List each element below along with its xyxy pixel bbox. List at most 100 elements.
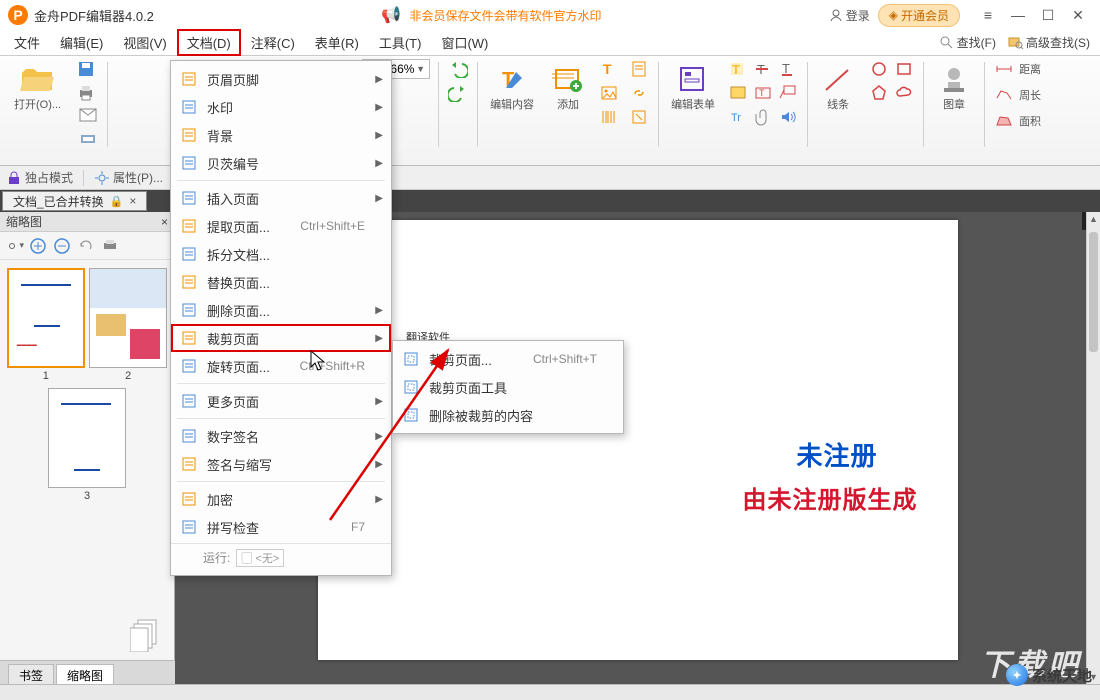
menu-item-7[interactable]: 拆分文档...: [171, 240, 391, 268]
sidebar-toolbar: ▾: [0, 232, 174, 260]
thumbnail-2[interactable]: 2: [89, 268, 167, 382]
menu-item-10[interactable]: 裁剪页面▶: [171, 324, 391, 352]
thumbnail-3[interactable]: 3: [48, 388, 126, 502]
menu-item-5[interactable]: 插入页面▶: [171, 184, 391, 212]
print-button[interactable]: [75, 82, 97, 104]
print-thumb-button[interactable]: [100, 236, 120, 256]
vip-button[interactable]: ◈ 开通会员: [878, 4, 960, 27]
area-button[interactable]: [993, 110, 1015, 132]
distance-button[interactable]: [993, 58, 1015, 80]
edit-form-button[interactable]: 编辑表单: [667, 58, 719, 115]
menu-document[interactable]: 文档(D): [177, 29, 241, 56]
sidebar-close-button[interactable]: ×: [161, 215, 168, 229]
menu-item-6[interactable]: 提取页面...Ctrl+Shift+E: [171, 212, 391, 240]
multi-page-button[interactable]: [130, 618, 160, 652]
menu-item-15[interactable]: 数字签名▶: [171, 422, 391, 450]
redo-button[interactable]: [447, 82, 469, 104]
strikeout-button[interactable]: T: [752, 58, 774, 80]
submenu-item-1[interactable]: 裁剪页面工具: [393, 373, 623, 401]
properties-button[interactable]: 属性(P)...: [94, 169, 163, 186]
tab-bookmarks[interactable]: 书签: [8, 664, 54, 684]
menu-item-3[interactable]: 贝茨编号▶: [171, 149, 391, 177]
login-button[interactable]: 登录: [829, 7, 870, 24]
find-button[interactable]: 查找(F): [933, 32, 1002, 53]
highlight-button[interactable]: T: [727, 58, 749, 80]
tab-close-button[interactable]: ×: [129, 194, 136, 208]
perimeter-button[interactable]: [993, 84, 1015, 106]
underline-button[interactable]: T: [777, 58, 799, 80]
menu-item-16[interactable]: 签名与缩写▶: [171, 450, 391, 478]
menu-annotate[interactable]: 注释(C): [241, 29, 305, 56]
exclusive-mode-button[interactable]: 独占模式: [6, 169, 73, 186]
scan-button[interactable]: [77, 128, 99, 150]
submenu-item-icon: [401, 349, 421, 369]
callout-button[interactable]: [777, 82, 799, 104]
adv-find-button[interactable]: 高级查找(S): [1002, 32, 1096, 53]
scroll-up-button[interactable]: ▲: [1087, 212, 1100, 226]
menu-item-2[interactable]: 背景▶: [171, 121, 391, 149]
circle-button[interactable]: [868, 58, 890, 80]
run-value[interactable]: ▢ <无>: [236, 549, 284, 567]
menu-item-19[interactable]: 拼写检查F7: [171, 513, 391, 541]
attach-file-button[interactable]: [752, 106, 774, 128]
sidebar-options-button[interactable]: ▾: [4, 236, 24, 256]
menu-window[interactable]: 窗口(W): [431, 29, 498, 56]
tab-thumbnails[interactable]: 缩略图: [56, 664, 114, 684]
menu-item-18[interactable]: 加密▶: [171, 485, 391, 513]
scrollbar-thumb[interactable]: [1089, 232, 1098, 352]
page-canvas[interactable]: 未注册 由未注册版生成: [318, 220, 958, 660]
menu-item-0[interactable]: 页眉页脚▶: [171, 65, 391, 93]
textbox-button[interactable]: T: [752, 82, 774, 104]
run-row: 运行: ▢ <无>: [171, 543, 391, 571]
menu-form[interactable]: 表单(R): [305, 29, 369, 56]
minimize-button[interactable]: —: [1004, 5, 1032, 25]
menu-file[interactable]: 文件: [4, 29, 50, 56]
doc-tool-button[interactable]: [628, 58, 650, 80]
zoom-in-thumb-button[interactable]: [28, 236, 48, 256]
document-tab[interactable]: 文档_已合并转换 🔒 ×: [2, 191, 147, 211]
attach-button[interactable]: [628, 106, 650, 128]
app-title: 金舟PDF编辑器4.0.2: [34, 6, 154, 25]
save-button[interactable]: [75, 58, 97, 80]
rect-button[interactable]: [893, 58, 915, 80]
rotate-thumb-button[interactable]: [76, 236, 96, 256]
maximize-button[interactable]: ☐: [1034, 5, 1062, 25]
submenu-item-2[interactable]: 删除被裁剪的内容: [393, 401, 623, 429]
email-button[interactable]: [77, 104, 99, 126]
menu-item-13[interactable]: 更多页面▶: [171, 387, 391, 415]
text-tool-button[interactable]: T: [598, 58, 620, 80]
open-button[interactable]: 打开(O)...: [10, 58, 65, 115]
close-button[interactable]: ✕: [1064, 5, 1092, 25]
vertical-scrollbar[interactable]: ▲ ▼: [1086, 212, 1100, 684]
note-button[interactable]: [727, 82, 749, 104]
menu-item-11[interactable]: 旋转页面...Ctrl+Shift+R: [171, 352, 391, 380]
stamp-button[interactable]: 图章: [932, 58, 976, 115]
typewriter-button[interactable]: Tr: [727, 106, 749, 128]
menu-item-8[interactable]: 替换页面...: [171, 268, 391, 296]
thumbnail-1[interactable]: ▬▬▬▬ 1: [7, 268, 85, 382]
menu-view[interactable]: 视图(V): [113, 29, 176, 56]
lines-button[interactable]: 线条: [816, 58, 860, 115]
add-button[interactable]: 添加: [546, 58, 590, 115]
menu-button[interactable]: ≡: [974, 5, 1002, 25]
barcode-button[interactable]: [598, 106, 620, 128]
menu-item-9[interactable]: 删除页面...▶: [171, 296, 391, 324]
menu-edit[interactable]: 编辑(E): [50, 29, 113, 56]
edit-content-button[interactable]: T 编辑内容: [486, 58, 538, 115]
link-button[interactable]: [628, 82, 650, 104]
banner-text: 非会员保存文件会带有软件官方水印: [410, 9, 602, 23]
menu-tools[interactable]: 工具(T): [369, 29, 432, 56]
zoom-out-thumb-button[interactable]: [52, 236, 72, 256]
cloud-button[interactable]: [893, 82, 915, 104]
area-label: 面积: [1019, 113, 1041, 129]
menu-item-1[interactable]: 水印▶: [171, 93, 391, 121]
ribbon-toolbar: 打开(O)... 104.66% ▼ 放大: [0, 56, 1100, 166]
undo-button[interactable]: [447, 58, 469, 80]
image-tool-button[interactable]: [598, 82, 620, 104]
dropdown-icon: ▼: [416, 64, 425, 74]
callout-icon: [779, 84, 797, 102]
sound-button[interactable]: [777, 106, 799, 128]
submenu-item-0[interactable]: 裁剪页面...Ctrl+Shift+T: [393, 345, 623, 373]
scanner-icon: [79, 130, 97, 148]
polygon-button[interactable]: [868, 82, 890, 104]
